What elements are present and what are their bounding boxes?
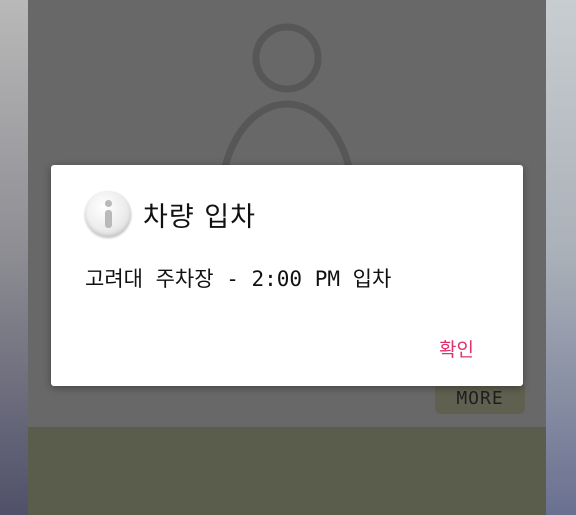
dialog-title: 차량 입차 xyxy=(143,201,256,233)
dialog-message: 고려대 주차장 - 2:00 PM 입차 xyxy=(85,267,392,291)
bottom-panel xyxy=(28,427,546,515)
info-icon-bar xyxy=(105,210,112,228)
dialog-header: 차량 입차 xyxy=(85,190,256,238)
confirm-button[interactable]: 확인 xyxy=(433,333,480,364)
info-icon-dot xyxy=(105,200,112,207)
info-icon xyxy=(85,191,131,237)
right-edge-background xyxy=(546,0,576,515)
alert-dialog: 차량 입차 고려대 주차장 - 2:00 PM 입차 확인 xyxy=(51,165,523,386)
more-button[interactable]: MORE xyxy=(435,382,525,414)
left-edge-background xyxy=(0,0,28,515)
